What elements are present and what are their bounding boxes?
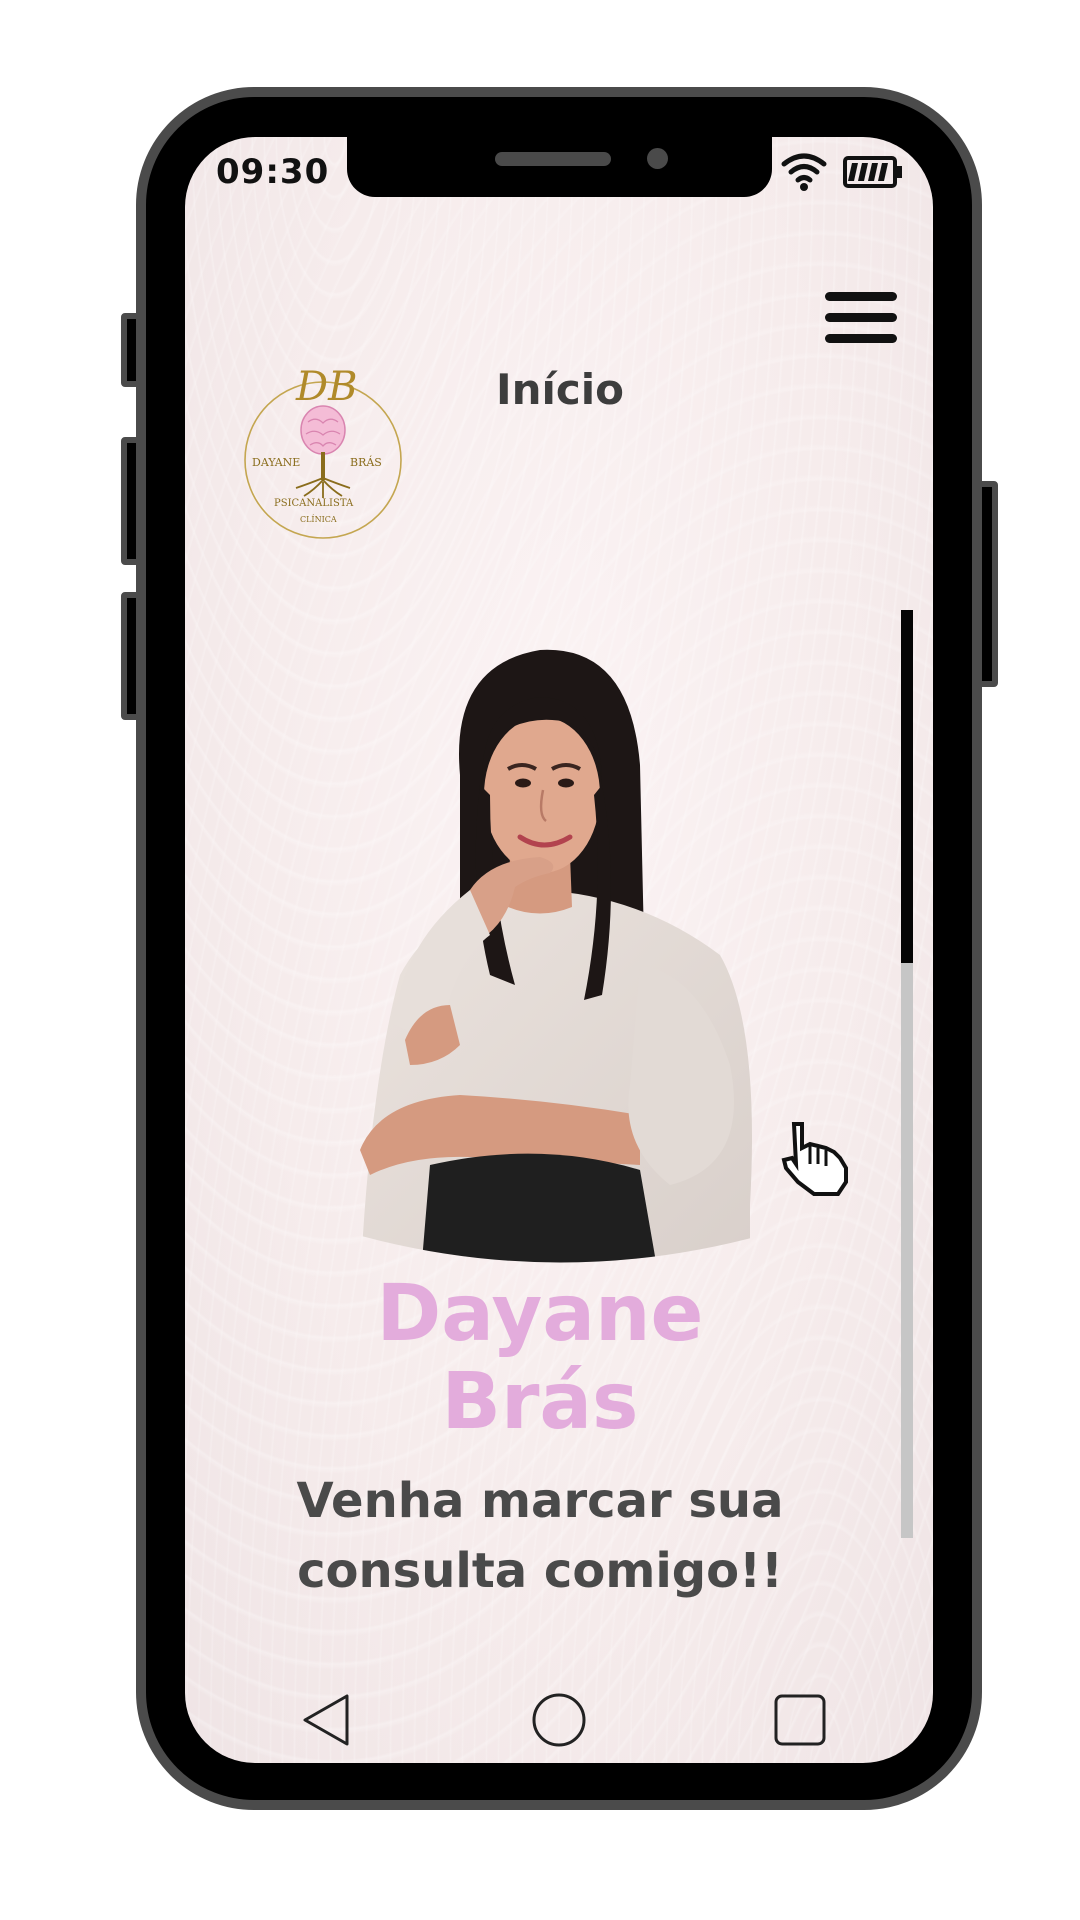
hero-tagline-line-1: Venha marcar sua xyxy=(296,1473,784,1529)
scrollbar-thumb[interactable] xyxy=(901,610,913,963)
menu-bar-middle xyxy=(825,313,897,322)
earpiece-speaker xyxy=(495,152,611,166)
hero-name-line-1: Dayane xyxy=(376,1269,704,1359)
triangle-back-icon[interactable] xyxy=(297,1690,357,1750)
scrollbar-track[interactable] xyxy=(901,610,913,1538)
page-title: Início xyxy=(495,365,625,414)
menu-bar-bottom xyxy=(825,334,897,343)
hero-name: Dayane Brás xyxy=(300,1270,780,1446)
logo-subtitle: PSICANALISTA xyxy=(274,498,354,509)
logo-monogram: DB xyxy=(295,364,357,410)
wifi-icon xyxy=(781,153,827,191)
portrait-photo xyxy=(360,649,752,1263)
circle-home-icon[interactable] xyxy=(529,1690,589,1750)
menu-bar-top xyxy=(825,292,897,301)
battery-icon xyxy=(843,156,902,188)
hand-pointer-cursor-icon xyxy=(781,1122,848,1196)
status-time: 09:30 xyxy=(216,152,330,192)
hero-name-line-2: Brás xyxy=(441,1357,639,1447)
square-recent-icon[interactable] xyxy=(770,1690,830,1750)
phone-notch xyxy=(347,137,772,197)
hamburger-menu-icon[interactable] xyxy=(825,290,897,346)
logo-name-right: BRÁS xyxy=(350,455,382,469)
hero-tagline-line-2: consulta comigo!! xyxy=(297,1543,783,1599)
front-camera xyxy=(647,148,668,169)
logo-name-left: DAYANE xyxy=(252,456,300,469)
logo-subtitle-2: CLÍNICA xyxy=(300,515,337,524)
clinic-logo[interactable]: DB DAYANE BRÁS PSICANALISTA CLÍNICA xyxy=(238,360,408,540)
hero-tagline: Venha marcar sua consulta comigo!! xyxy=(260,1466,820,1606)
